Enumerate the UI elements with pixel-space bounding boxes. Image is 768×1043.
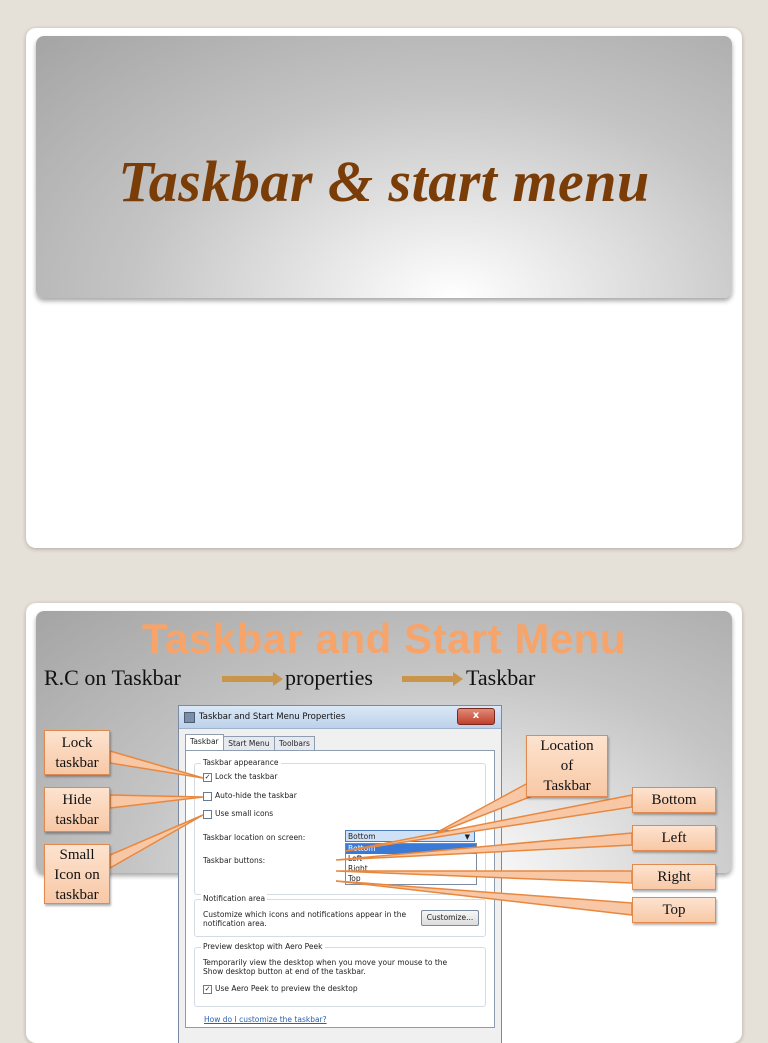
callout-line: taskbar bbox=[55, 887, 99, 903]
callout-left: Left bbox=[632, 825, 716, 851]
slide-1-title: Taskbar & start menu bbox=[118, 149, 650, 214]
callout-line: Location bbox=[540, 738, 594, 754]
leader-right bbox=[335, 870, 633, 884]
callout-location: Location of Taskbar bbox=[526, 735, 608, 797]
callout-lock-taskbar: Lock taskbar bbox=[44, 730, 110, 775]
callout-right: Right bbox=[632, 864, 716, 890]
callout-line: Taskbar bbox=[543, 778, 591, 794]
callout-hide-taskbar: Hide taskbar bbox=[44, 787, 110, 832]
callout-bottom: Bottom bbox=[632, 787, 716, 813]
callout-line: Lock bbox=[61, 735, 93, 751]
callout-line: Icon on bbox=[54, 867, 100, 883]
callout-small-icon: Small Icon on taskbar bbox=[44, 844, 110, 904]
slide-1-title-banner: Taskbar & start menu bbox=[36, 36, 732, 298]
callout-line: of bbox=[560, 758, 574, 774]
callout-leader-lines bbox=[109, 750, 633, 916]
callout-line: Small bbox=[59, 847, 95, 863]
callout-line: Hide bbox=[62, 792, 92, 808]
leader-small bbox=[109, 814, 204, 870]
slide-2: Taskbar and Start Menu R.C on Taskbar pr… bbox=[26, 603, 742, 1043]
leader-hide bbox=[109, 794, 204, 809]
slide-1: Taskbar & start menu bbox=[26, 28, 742, 548]
callout-line: taskbar bbox=[55, 812, 99, 828]
leader-lock bbox=[109, 750, 204, 779]
leader-left bbox=[335, 832, 633, 861]
callout-line: taskbar bbox=[55, 755, 99, 771]
leader-top bbox=[335, 880, 633, 916]
callout-top: Top bbox=[632, 897, 716, 923]
